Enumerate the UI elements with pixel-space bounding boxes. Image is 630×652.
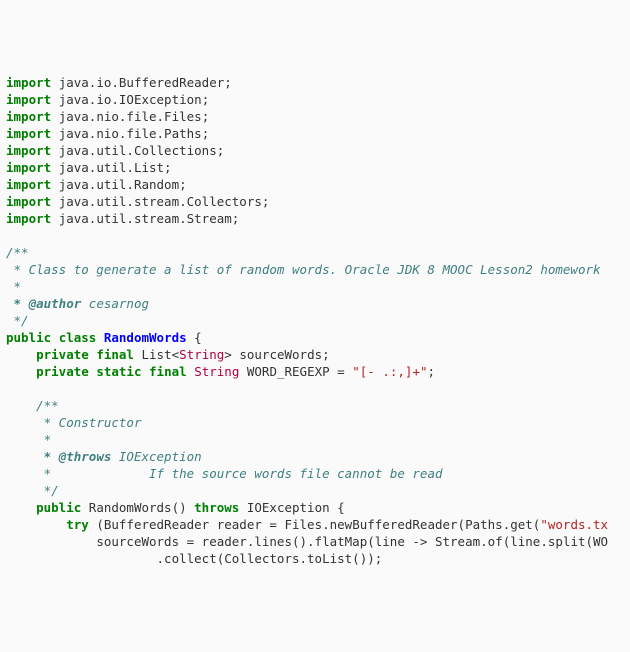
javadoc-author: * @author cesarnog: [6, 296, 149, 311]
ctor-decl: public RandomWords() throws IOException …: [6, 500, 345, 515]
javadoc-line: * Constructor: [6, 415, 141, 430]
import-line: import java.util.Collections;: [6, 143, 224, 158]
javadoc-open: /**: [6, 245, 29, 260]
keyword-import: import: [6, 75, 51, 90]
import-line: import java.util.Random;: [6, 177, 187, 192]
try-line: try (BufferedReader reader = Files.newBu…: [6, 517, 608, 532]
import-line: import java.util.stream.Collectors;: [6, 194, 269, 209]
javadoc-line: *: [6, 432, 51, 447]
stream-line: sourceWords = reader.lines().flatMap(lin…: [6, 534, 608, 549]
regex-literal: "[- .:,]+": [352, 364, 427, 379]
import-line: import java.io.BufferedReader;: [6, 75, 232, 90]
javadoc-line: */: [6, 483, 59, 498]
collect-line: .collect(Collectors.toList());: [6, 551, 382, 566]
field-decl: private static final String WORD_REGEXP …: [6, 364, 435, 379]
javadoc-throws: * @throws IOException: [6, 449, 202, 464]
class-name: RandomWords: [104, 330, 187, 345]
javadoc-close: */: [6, 313, 29, 328]
javadoc-line: *: [6, 279, 21, 294]
javadoc-line: /**: [6, 398, 59, 413]
javadoc-line: * If the source words file cannot be rea…: [6, 466, 443, 481]
javadoc-line: * Class to generate a list of random wor…: [6, 262, 601, 277]
import-line: import java.nio.file.Paths;: [6, 126, 209, 141]
code-block: import java.io.BufferedReader; import ja…: [6, 74, 624, 567]
field-decl: private final List<String> sourceWords;: [6, 347, 330, 362]
import-line: import java.nio.file.Files;: [6, 109, 209, 124]
import-line: import java.util.List;: [6, 160, 172, 175]
class-decl: public class RandomWords {: [6, 330, 202, 345]
import-line: import java.util.stream.Stream;: [6, 211, 239, 226]
import-line: import java.io.IOException;: [6, 92, 209, 107]
